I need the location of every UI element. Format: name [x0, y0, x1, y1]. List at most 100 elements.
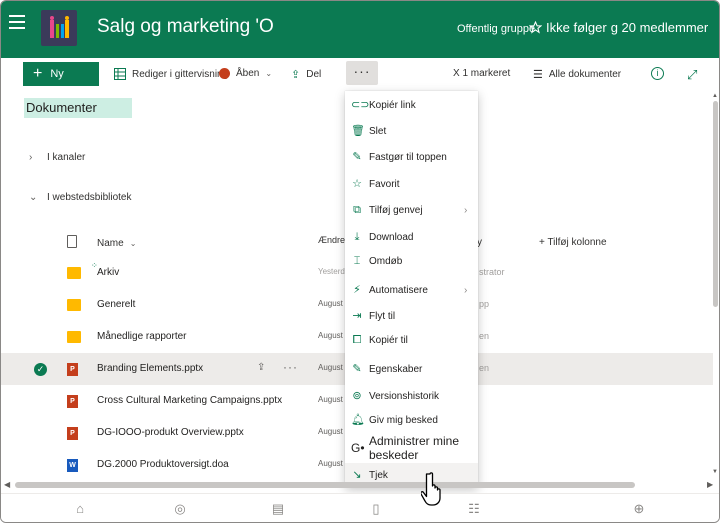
- expand-icon[interactable]: ⤢: [687, 67, 697, 83]
- share-icon[interactable]: ⇪: [257, 362, 265, 373]
- horizontal-scroll-thumb[interactable]: [15, 482, 635, 488]
- history-icon: ⊚: [352, 390, 362, 402]
- menu-item-label: Versionshistorik: [369, 390, 440, 402]
- site-logo[interactable]: [41, 10, 77, 46]
- group-header-site-library[interactable]: ⌄ I webstedsbibliotek: [29, 192, 132, 203]
- follow-button[interactable]: Ikke følger g 20 medlemmer: [529, 20, 708, 35]
- bottom-navigation: ⌂ ◎ ▤ ▯ ☷ ⊕: [1, 493, 719, 522]
- menu-item-label: Fastgør til toppen: [369, 151, 447, 163]
- menu-item-copy-link[interactable]: ⊂⊃ Kopiér link: [345, 93, 478, 117]
- file-name[interactable]: DG-IOOO-produkt Overview.pptx: [97, 427, 244, 438]
- folder-icon: [67, 331, 81, 343]
- trash-icon: 🗑︎: [351, 125, 365, 137]
- new-button[interactable]: + Ny: [23, 62, 99, 86]
- chevron-down-icon: ⌄: [29, 192, 38, 203]
- menu-item-label: Slet: [369, 125, 387, 137]
- group-header-channels[interactable]: › I kanaler: [29, 152, 85, 163]
- page-title[interactable]: Dokumenter: [24, 98, 132, 118]
- menu-item-automate[interactable]: ⚡︎ Automatisere ›: [345, 278, 478, 302]
- vertical-scroll-thumb[interactable]: [713, 101, 718, 307]
- file-modified: August: [318, 459, 343, 468]
- vertical-scrollbar[interactable]: ▲ ▼: [711, 93, 719, 479]
- home-icon[interactable]: ⌂: [73, 502, 87, 516]
- site-title[interactable]: Salg og marketing 'O: [97, 16, 274, 38]
- bell-icon: 🔔︎: [351, 414, 365, 426]
- file-name[interactable]: Generelt: [97, 299, 135, 310]
- share-button[interactable]: ⇪ Del: [291, 68, 321, 81]
- member-count[interactable]: g 20 medlemmer: [611, 20, 709, 35]
- powerpoint-file-icon: P: [67, 427, 78, 440]
- menu-item-favorite[interactable]: ☆ Favorit: [345, 172, 478, 196]
- powerpoint-icon: [219, 68, 230, 79]
- add-icon[interactable]: ⊕: [632, 502, 646, 516]
- menu-item-alert-me[interactable]: 🔔︎ Giv mig besked: [345, 408, 478, 432]
- scroll-left-icon[interactable]: ◀: [4, 480, 10, 489]
- file-modified: August: [318, 395, 343, 404]
- menu-item-pin-to-top[interactable]: ✎ Fastgør til toppen: [345, 145, 478, 169]
- menu-item-add-shortcut[interactable]: ⧉ Tilføj genvej ›: [345, 198, 478, 222]
- add-column-button[interactable]: + Tilføj kolonne: [539, 237, 607, 248]
- column-modified[interactable]: Ændre: [318, 235, 345, 245]
- hamburger-menu-icon[interactable]: [9, 15, 25, 29]
- column-name-label: Name: [97, 238, 124, 249]
- menu-item-download[interactable]: ⤓ Download: [345, 225, 478, 249]
- horizontal-scrollbar[interactable]: ◀ ▶: [1, 479, 719, 491]
- folder-icon: [67, 299, 81, 311]
- column-name[interactable]: Name ⌄: [97, 238, 136, 249]
- file-modified: August: [318, 331, 343, 340]
- file-modified-by: strator: [479, 267, 505, 277]
- scroll-right-icon[interactable]: ▶: [707, 480, 713, 489]
- grid-edit-button[interactable]: Rediger i gittervisning: [114, 68, 228, 80]
- file-modified-by: en: [479, 363, 490, 373]
- menu-item-delete[interactable]: 🗑︎ Slet: [345, 119, 478, 143]
- menu-item-copy-to[interactable]: ⧠ Kopiér til: [345, 328, 478, 352]
- menu-item-rename[interactable]: ⌶ Omdøb: [345, 249, 478, 273]
- menu-item-properties[interactable]: ✎ Egenskaber: [345, 357, 478, 381]
- open-label: Åben: [236, 68, 260, 79]
- automate-icon: ⚡︎: [353, 284, 361, 296]
- globe-icon[interactable]: ◎: [173, 502, 187, 516]
- file-type-icon: [67, 235, 77, 248]
- menu-item-manage-alerts[interactable]: G• Administrer mine beskeder: [345, 434, 478, 462]
- context-menu: ⊂⊃ Kopiér link 🗑︎ Slet ✎ Fastgør til top…: [345, 91, 478, 487]
- menu-item-label: Egenskaber: [369, 363, 423, 375]
- scroll-up-icon[interactable]: ▲: [712, 93, 718, 99]
- scroll-down-icon[interactable]: ▼: [712, 469, 718, 475]
- selection-count[interactable]: X 1 markeret: [453, 68, 510, 79]
- view-selector[interactable]: ☰ Alle dokumenter: [533, 68, 621, 81]
- menu-item-move-to[interactable]: ⇥ Flyt til: [345, 304, 478, 328]
- copy-icon: ⧠: [352, 334, 362, 346]
- menu-item-label: Kopiér link: [369, 99, 416, 111]
- move-icon: ⇥: [352, 310, 362, 322]
- share-icon: ⇪: [291, 69, 301, 81]
- file-modified: August: [318, 299, 343, 308]
- file-name[interactable]: Månedlige rapporter: [97, 331, 187, 342]
- menu-item-label: Kopiér til: [369, 334, 408, 346]
- checkmark-icon[interactable]: ✓: [34, 363, 47, 376]
- file-name[interactable]: Branding Elements.pptx: [97, 363, 203, 374]
- news-icon[interactable]: ▤: [271, 502, 285, 516]
- file-icon[interactable]: ▯: [369, 502, 383, 516]
- menu-item-label: Flyt til: [369, 310, 396, 322]
- menu-item-version-history[interactable]: ⊚ Versionshistorik: [345, 384, 478, 408]
- row-more-icon[interactable]: ···: [283, 360, 298, 374]
- download-icon: ⤓: [354, 231, 360, 243]
- chevron-down-icon: ⌄: [129, 239, 137, 248]
- chevron-right-icon: ›: [29, 152, 33, 163]
- file-name[interactable]: DG.2000 Produktoversigt.doa: [97, 459, 229, 470]
- file-modified: Yesterd: [318, 267, 345, 276]
- info-icon[interactable]: i: [651, 67, 664, 80]
- edit-icon: ✎: [352, 363, 362, 375]
- file-name[interactable]: Arkiv: [97, 267, 119, 278]
- file-name[interactable]: Cross Cultural Marketing Campaigns.pptx: [97, 395, 282, 406]
- open-button[interactable]: Åben ⌄: [219, 68, 272, 79]
- new-button-label: Ny: [50, 68, 64, 80]
- star-icon: [529, 21, 542, 34]
- view-label: Alle dokumenter: [548, 69, 622, 80]
- pin-icon: ✎: [352, 151, 362, 163]
- list-icon[interactable]: ☷: [467, 502, 481, 516]
- more-actions-button[interactable]: ···: [346, 61, 378, 85]
- file-modified-by: pp: [479, 299, 490, 309]
- powerpoint-file-icon: P: [67, 363, 78, 376]
- grid-edit-label: Rediger i gittervisning: [132, 68, 229, 80]
